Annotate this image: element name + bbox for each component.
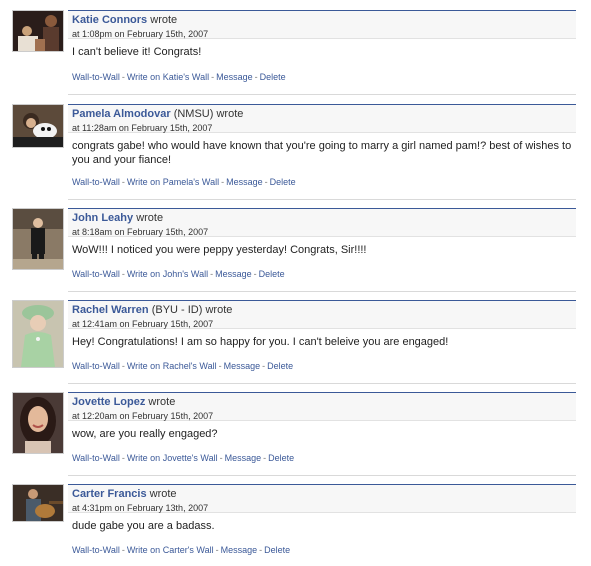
post-message: congrats gabe! who would have known that… [72,140,572,166]
wall-to-wall-link[interactable]: Wall-to-Wall [72,545,120,555]
post-header: Katie Connors wrote at 1:08pm on Februar… [68,10,576,39]
separator: - [121,269,125,279]
post-actions: Wall-to-Wall - Write on Carter's Wall - Mess… [72,545,290,555]
separator: - [121,177,125,187]
wrote-label: wrote [148,396,176,408]
message-link[interactable]: Message [226,177,263,187]
message-link[interactable]: Message [215,269,252,279]
author-link[interactable]: John Leahy [72,212,133,224]
avatar[interactable] [12,10,64,52]
write-on-wall-link[interactable]: Write on Carter's Wall [127,545,214,555]
woman-green-hat-photo-icon [13,301,63,367]
wrote-label: wrote [205,304,233,316]
wall-to-wall-link[interactable]: Wall-to-Wall [72,453,120,463]
avatar[interactable] [12,392,64,454]
message-link[interactable]: Message [221,545,258,555]
wall-to-wall-link[interactable]: Wall-to-Wall [72,269,120,279]
separator: - [253,269,257,279]
wrote-label: wrote [136,212,164,224]
author-link[interactable]: Katie Connors [72,14,147,26]
author-network: (BYU - ID) [151,304,203,316]
separator: - [215,545,219,555]
write-on-wall-link[interactable]: Write on Pamela's Wall [127,177,219,187]
post-divider [68,94,576,95]
wall-feed: Katie Connors wrote at 1:08pm on Februar… [0,0,591,566]
delete-link[interactable]: Delete [260,72,286,82]
delete-link[interactable]: Delete [264,545,290,555]
post-actions: Wall-to-Wall - Write on Rachel's Wall - Mess… [72,361,293,371]
author-link[interactable]: Carter Francis [72,488,147,500]
post-actions: Wall-to-Wall - Write on Jovette's Wall - Mes… [72,453,294,463]
woman-portrait-photo-icon [13,393,63,453]
separator: - [218,361,222,371]
wrote-label: wrote [149,488,177,500]
person-with-dog-photo-icon [13,105,63,147]
post-divider [68,383,576,384]
author-link[interactable]: Rachel Warren [72,304,149,316]
wrote-label: wrote [216,108,244,120]
post-message: WoW!!! I noticed you were peppy yesterda… [72,244,367,256]
wrote-label: wrote [150,14,178,26]
avatar[interactable] [12,208,64,270]
wall-to-wall-link[interactable]: Wall-to-Wall [72,72,120,82]
separator: - [219,453,223,463]
message-link[interactable]: Message [224,361,261,371]
post-header: Jovette Lopez wrote at 12:20am on Februa… [68,392,576,421]
man-in-suit-photo-icon [13,209,63,269]
separator: - [121,361,125,371]
post-message: dude gabe you are a badass. [72,520,215,532]
author-link[interactable]: Pamela Almodovar [72,108,171,120]
delete-link[interactable]: Delete [259,269,285,279]
post-divider [68,475,576,476]
delete-link[interactable]: Delete [268,453,294,463]
author-network: (NMSU) [173,108,214,120]
post-header: Rachel Warren (BYU - ID) wrote at 12:41a… [68,300,576,329]
post-header: John Leahy wrote at 8:18am on February 1… [68,208,576,237]
post-actions: Wall-to-Wall - Write on Pamela's Wall - Mess… [72,177,296,187]
post-divider [68,199,576,200]
wall-to-wall-link[interactable]: Wall-to-Wall [72,177,120,187]
separator: - [121,545,125,555]
avatar[interactable] [12,484,64,522]
message-link[interactable]: Message [216,72,253,82]
post-header: Pamela Almodovar (NMSU) wrote at 11:28am… [68,104,576,133]
post-message: I can't believe it! Congrats! [72,46,202,58]
post-actions: Wall-to-Wall - Write on Katie's Wall - Messa… [72,72,286,82]
delete-link[interactable]: Delete [267,361,293,371]
write-on-wall-link[interactable]: Write on Katie's Wall [127,72,209,82]
separator: - [121,72,125,82]
post-message: Hey! Congratulations! I am so happy for … [72,336,449,348]
write-on-wall-link[interactable]: Write on John's Wall [127,269,208,279]
delete-link[interactable]: Delete [270,177,296,187]
post-message: wow, are you really engaged? [72,428,218,440]
write-on-wall-link[interactable]: Write on Jovette's Wall [127,453,218,463]
post-actions: Wall-to-Wall - Write on John's Wall - Messag… [72,269,285,279]
separator: - [121,453,125,463]
post-divider [68,291,576,292]
avatar[interactable] [12,104,64,148]
avatar[interactable] [12,300,64,368]
wall-to-wall-link[interactable]: Wall-to-Wall [72,361,120,371]
separator: - [264,177,268,187]
dark-party-photo-icon [13,11,63,51]
separator: - [254,72,258,82]
message-link[interactable]: Message [225,453,262,463]
author-link[interactable]: Jovette Lopez [72,396,145,408]
write-on-wall-link[interactable]: Write on Rachel's Wall [127,361,217,371]
post-header: Carter Francis wrote at 4:31pm on Februa… [68,484,576,513]
guitar-player-photo-icon [13,485,63,521]
